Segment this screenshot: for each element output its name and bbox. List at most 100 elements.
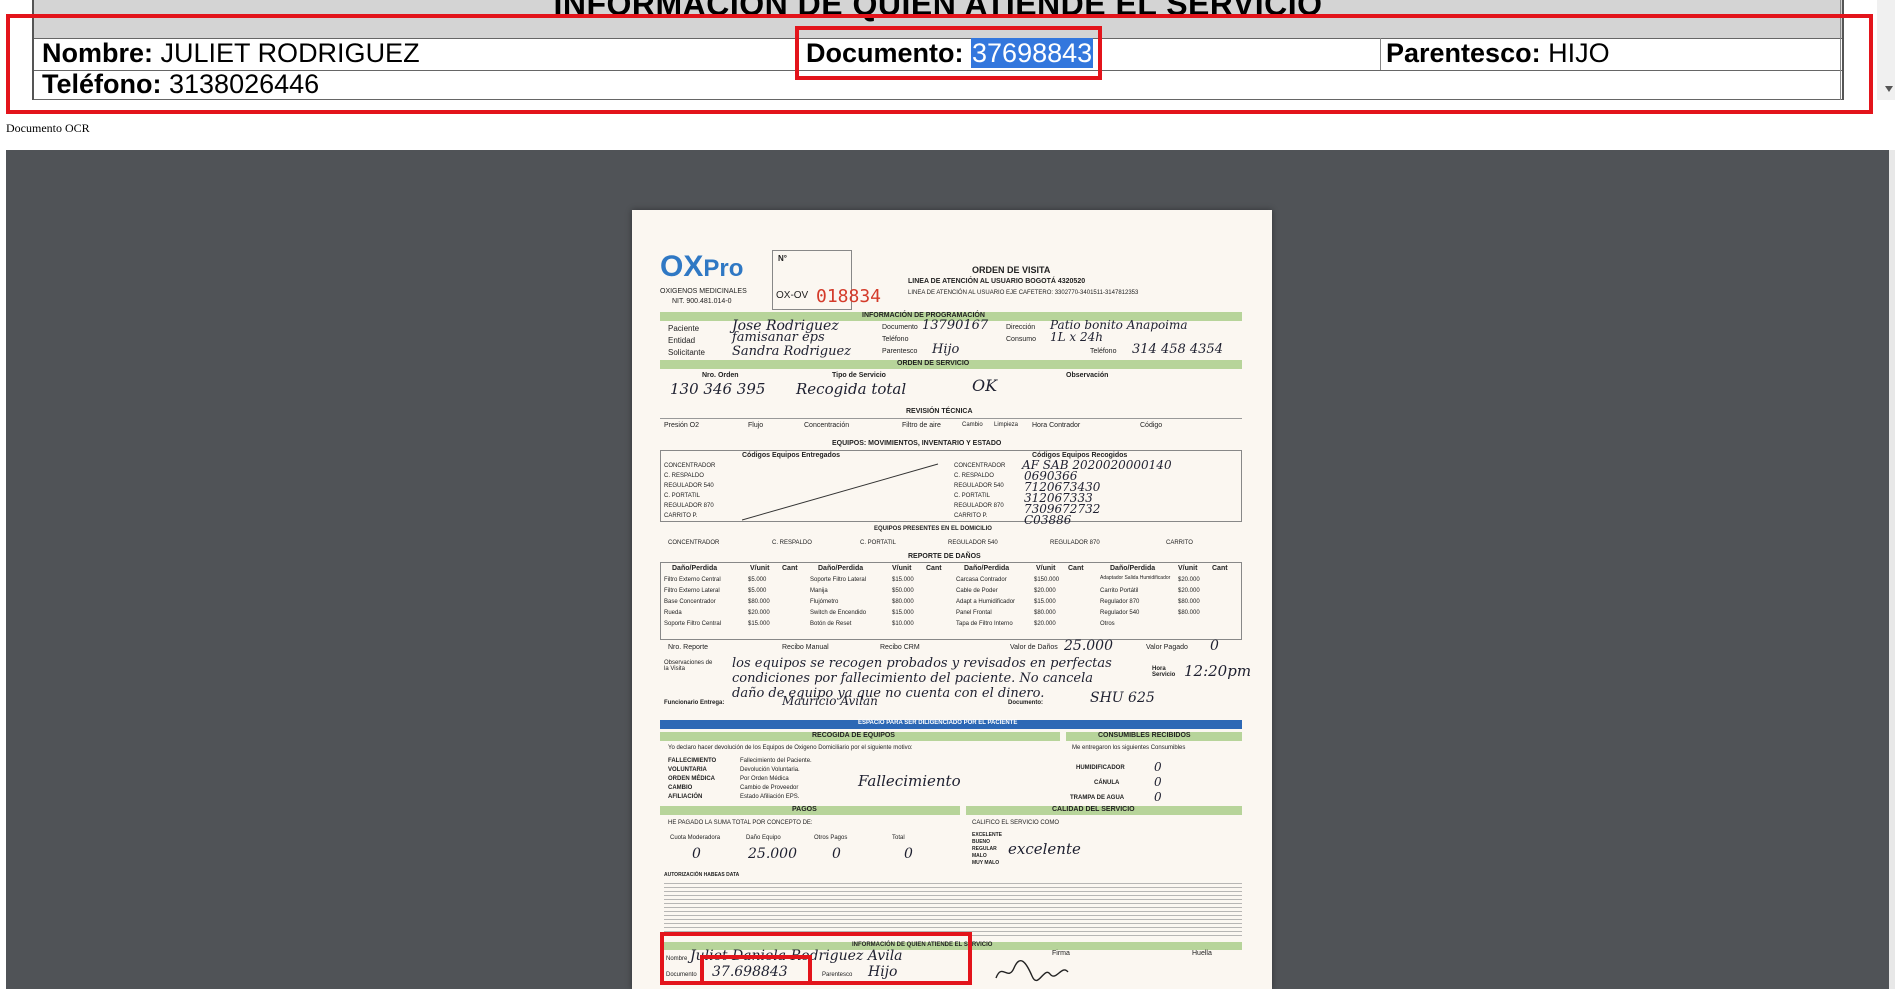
oxipro-logo: OXPro (660, 250, 744, 283)
concentracion-label: Concentración (804, 422, 850, 429)
pagado-text: HE PAGADO LA SUMA TOTAL POR CONCEPTO DE: (668, 820, 813, 826)
calidad-value: excelente (1008, 840, 1081, 858)
solicitante-value: Sandra Rodriguez (732, 344, 851, 359)
atiende-documento-label: Documento (666, 972, 697, 978)
header-line2: LINEA DE ATENCIÓN AL USUARIO EJE CAFETER… (908, 290, 1139, 296)
dano-price: $80.000 (1178, 599, 1200, 605)
consumibles-title: CONSUMIBLES RECIBIDOS (1098, 732, 1191, 739)
pago-value: 0 (692, 846, 701, 862)
nombre-field: Nombre: JULIET RODRIGUEZ (42, 38, 420, 68)
header-line1: LINEA DE ATENCIÓN AL USUARIO BOGOTÁ 4320… (908, 278, 1086, 285)
danos-header: V/unit (1036, 565, 1056, 572)
orden-visita-title: ORDEN DE VISITA (972, 265, 1051, 275)
telefono-value: 3138026446 (169, 69, 320, 99)
recogida-option: CAMBIO (668, 785, 693, 791)
presente-item: REGULADOR 870 (1050, 540, 1100, 546)
dano-item: Filtro Externo Central (664, 577, 721, 583)
documento-value[interactable]: 37698843 (971, 38, 1094, 68)
observaciones-label: Observaciones de la Visita (664, 660, 713, 672)
funcionario-value: Mauricio Avilan (782, 694, 878, 708)
equipo-row-label: REGULADOR 870 (664, 503, 714, 509)
documento-func-value: SHU 625 (1090, 690, 1155, 706)
viewer-scrollbar[interactable] (1889, 150, 1895, 989)
danos-header: Daño/Perdida (1110, 565, 1156, 572)
habeas-text-block (664, 880, 1242, 938)
dano-item: Botón de Reset (810, 621, 852, 627)
equipos-title: EQUIPOS: MOVIMIENTOS, INVENTARIO Y ESTAD… (832, 440, 1002, 447)
entregados-label: Códigos Equipos Entregados (742, 452, 841, 459)
atiende-nombre-label: Nombre (666, 956, 688, 962)
atiende-parentesco-label: Parentesco (822, 972, 853, 978)
equipo-row-label: CARRITO P. (954, 513, 988, 519)
presion-label: Presión O2 (664, 422, 700, 429)
hora-contrador-label: Hora Contrador (1032, 422, 1081, 429)
recogida-option-desc: Por Orden Médica (740, 776, 789, 782)
recibo-manual-label: Recibo Manual (782, 644, 829, 651)
motivo-value: Fallecimiento (858, 772, 961, 790)
pago-item: Daño Equipo (746, 835, 781, 841)
entidad-value: famisanar eps (732, 330, 825, 345)
dano-price: $20.000 (1034, 621, 1056, 627)
documento-func-label: Documento: (1008, 700, 1043, 706)
pagos-title: PAGOS (792, 806, 817, 813)
consumible-value: 0 (1154, 775, 1162, 789)
dano-price: $20.000 (748, 610, 770, 616)
observacion-label: Observación (1066, 372, 1109, 379)
scanned-document: OXPro OXIGENOS MEDICINALES NIT. 900.481.… (632, 210, 1272, 989)
dano-price: $5.000 (748, 588, 767, 594)
prog-documento-label: Documento (882, 324, 918, 331)
dano-price: $80.000 (1178, 610, 1200, 616)
equipo-row-label: C. PORTATIL (664, 493, 701, 499)
dano-price: $20.000 (1178, 588, 1200, 594)
equipo-row-label: CONCENTRADOR (664, 463, 716, 469)
limpieza-label: Limpieza (994, 422, 1019, 428)
dano-item: Soporte Filtro Central (664, 621, 722, 627)
danos-header: Daño/Perdida (672, 565, 718, 572)
pago-value: 0 (832, 846, 841, 862)
nro-reporte-label: Nro. Reporte (668, 644, 709, 651)
recogida-option-desc: Fallecimiento del Paciente. (740, 758, 812, 764)
atiende-documento-value: 37.698843 (712, 964, 788, 980)
dano-item: Panel Frontal (956, 610, 992, 616)
dano-item: Switch de Encendido (810, 610, 867, 616)
paciente-label: Paciente (668, 324, 700, 333)
recogida-option: VOLUNTARIA (668, 767, 707, 773)
presente-item: REGULADOR 540 (948, 540, 998, 546)
huella-label: Huella (1192, 950, 1212, 957)
valor-danos-value: 25.000 (1064, 638, 1113, 654)
panel-scrollbar[interactable] (1877, 0, 1895, 100)
pago-value: 0 (904, 846, 913, 862)
documento-label: Documento: (806, 38, 964, 68)
dano-item: Regulador 870 (1100, 599, 1140, 605)
dano-price: $15.000 (748, 621, 770, 627)
calidad-option: EXCELENTE (972, 832, 1003, 838)
direccion-label: Dirección (1006, 324, 1036, 331)
prog-telefono-label: Teléfono (882, 336, 909, 343)
equipo-row-label: REGULADOR 540 (664, 483, 714, 489)
prog-telefono2-value: 314 458 4354 (1132, 342, 1223, 357)
revision-title: REVISIÓN TÉCNICA (906, 408, 973, 415)
pago-item: Cuota Moderadora (670, 835, 721, 841)
telefono-field: Teléfono: 3138026446 (42, 69, 319, 99)
company-nit: NIT. 900.481.014-0 (672, 298, 732, 305)
recogida-title: RECOGIDA DE EQUIPOS (812, 732, 895, 739)
info-panel-title: INFORMACIÓN DE QUIEN ATIENDE EL SERVICIO (34, 0, 1842, 39)
danos-header: V/unit (892, 565, 912, 572)
dano-item: Carrito Portátil (1100, 588, 1139, 594)
nro-orden-value: 130 346 395 (670, 380, 766, 398)
parentesco-value: HIJO (1548, 38, 1610, 68)
danos-header: Cant (1212, 565, 1228, 572)
cambio-label: Cambio (962, 422, 983, 428)
recogido-value: C03886 (1024, 513, 1072, 527)
dano-price: $50.000 (892, 588, 914, 594)
consumibles-text: Me entregaron los siguientes Consumibles (1072, 745, 1186, 751)
entidad-label: Entidad (668, 336, 696, 345)
recibo-crm-label: Recibo CRM (880, 644, 920, 651)
calidad-option: REGULAR (972, 846, 997, 852)
valor-pagado-label: Valor Pagado (1146, 644, 1188, 651)
scroll-down-arrow-icon[interactable] (1885, 86, 1893, 92)
company-name: OXIGENOS MEDICINALES (660, 288, 747, 295)
dano-price: $80.000 (892, 599, 914, 605)
serial-prefix: OX-OV (776, 290, 809, 301)
consumible-value: 0 (1154, 790, 1162, 804)
